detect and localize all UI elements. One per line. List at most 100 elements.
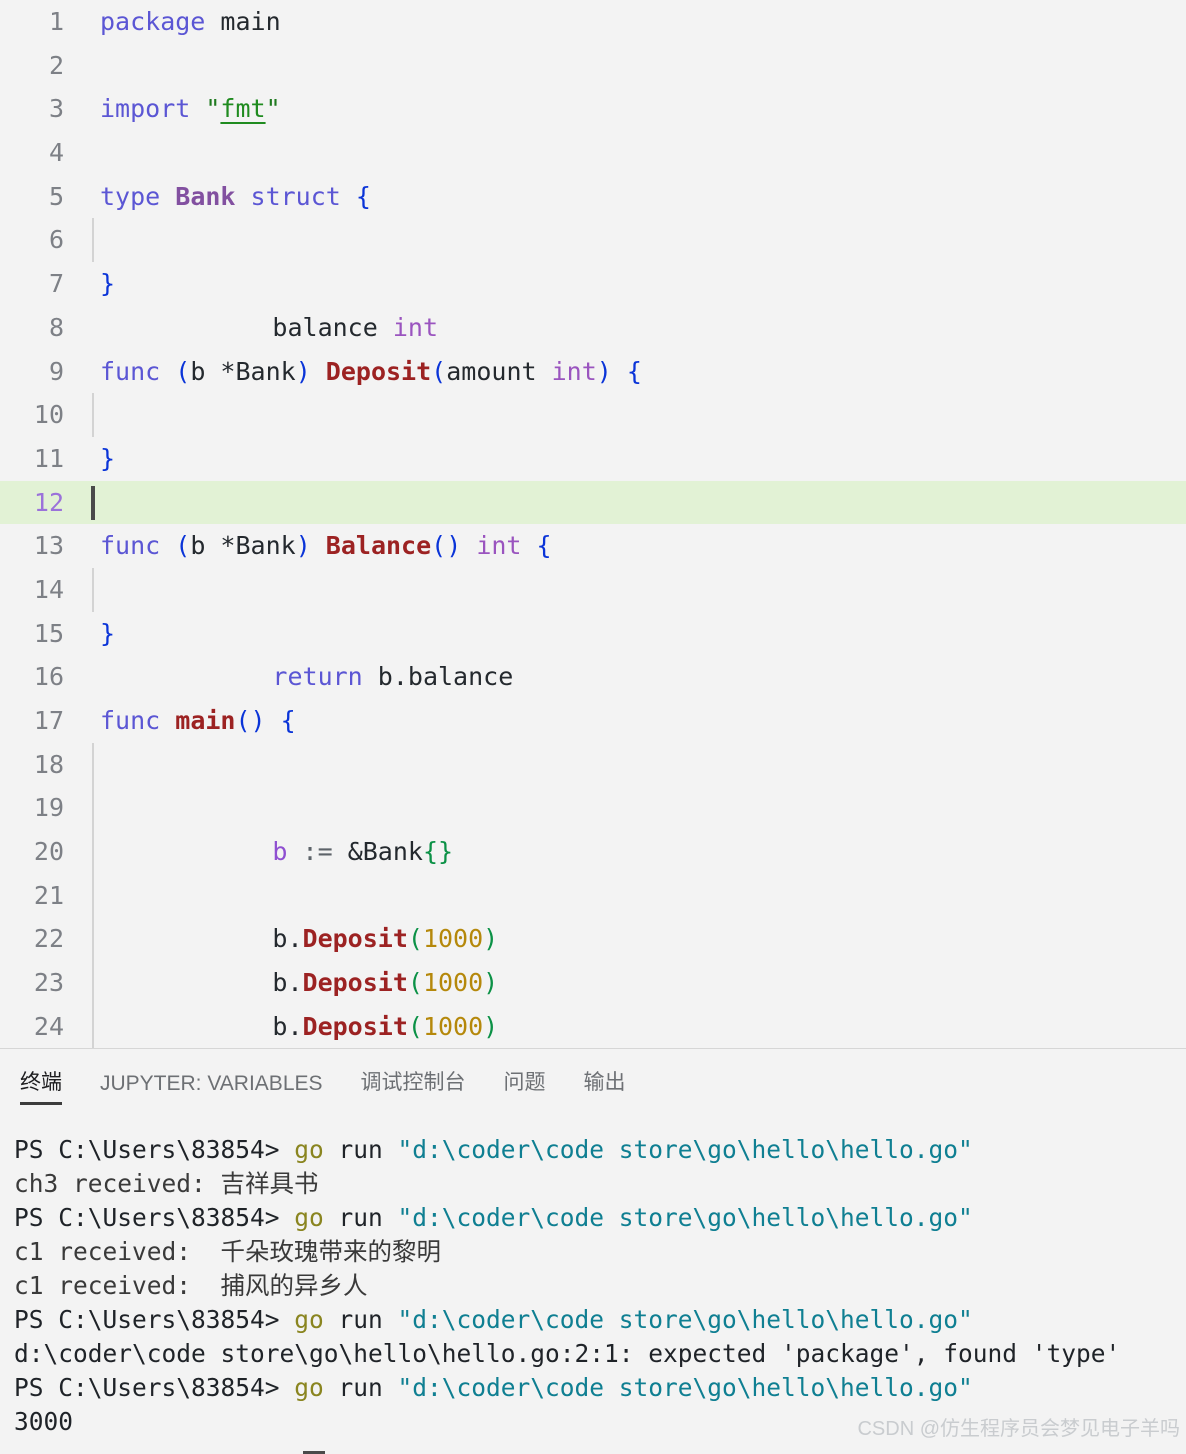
code-line[interactable]: 23	[0, 961, 1186, 1005]
token-paren: (	[175, 531, 191, 561]
terminal-line-command: PS C:\Users\83854> go run "d:\coder\code…	[14, 1201, 1186, 1235]
code-line[interactable]: 2	[0, 44, 1186, 88]
line-content[interactable]: import "fmt"	[82, 87, 1186, 131]
line-content[interactable]: b.Deposit(1000)	[82, 873, 1186, 997]
line-content[interactable]: b.Deposit(1000)	[82, 917, 1186, 1041]
token-paren: ()	[235, 706, 266, 735]
line-content[interactable]: }	[82, 612, 1186, 656]
line-content[interactable]: balance int	[82, 218, 1186, 342]
line-number: 7	[48, 269, 64, 299]
terminal-line-output: c1 received: 捕风的异乡人	[14, 1271, 368, 1300]
line-content[interactable]: b.balance += amount	[82, 393, 1186, 517]
code-line[interactable]: 5 type Bank struct {	[0, 175, 1186, 219]
indent-guide	[92, 218, 94, 263]
terminal-output[interactable]: PS C:\Users\83854> go run "d:\coder\code…	[0, 1105, 1186, 1439]
token-quote: "	[265, 94, 281, 124]
code-line[interactable]: 16	[0, 655, 1186, 699]
line-content[interactable]	[82, 306, 1186, 350]
code-line[interactable]: 10 b.balance += amount	[0, 393, 1186, 517]
line-content[interactable]	[82, 655, 1186, 699]
line-number: 13	[33, 531, 64, 561]
token-brace: }	[100, 269, 116, 299]
code-line[interactable]: 24 fmt.Println(b.Balance()) //3000	[0, 1004, 1186, 1048]
line-content[interactable]: fmt.Println(b.Balance()) //3000	[82, 1004, 1186, 1048]
line-content[interactable]: func (b *Bank) Deposit(amount int) {	[82, 350, 1186, 394]
token-paren: )	[596, 356, 612, 386]
line-number: 24	[33, 1011, 64, 1041]
token-keyword: import	[100, 94, 191, 124]
line-content[interactable]: return b.balance	[82, 567, 1186, 691]
line-content[interactable]: }	[82, 262, 1186, 306]
line-number: 10	[33, 400, 64, 430]
line-content[interactable]	[82, 961, 1186, 1005]
line-content[interactable]	[82, 131, 1186, 175]
line-content[interactable]: b.Deposit(1000)	[82, 830, 1186, 953]
line-content[interactable]	[82, 481, 1186, 525]
line-number: 20	[33, 837, 64, 867]
indent-guide	[92, 917, 94, 962]
terminal-file-path: "d:\coder\code store\go\hello\hello.go"	[397, 1305, 973, 1334]
code-line[interactable]: 22 b.Deposit(1000)	[0, 917, 1186, 1041]
token-brace: }	[100, 443, 116, 473]
terminal-file-path: "d:\coder\code store\go\hello\hello.go"	[397, 1203, 973, 1232]
tab-jupyter-variables[interactable]: JUPYTER: VARIABLES	[81, 1072, 342, 1105]
code-line[interactable]: 13 func (b *Bank) Balance() int {	[0, 524, 1186, 568]
line-number: 19	[33, 793, 64, 823]
code-line[interactable]: 18 b := &Bank{}	[0, 742, 1186, 866]
tab-terminal[interactable]: 终端	[14, 1066, 81, 1105]
code-line[interactable]: 7 }	[0, 262, 1186, 306]
line-number: 16	[33, 662, 64, 692]
token-paren: )	[295, 531, 311, 561]
line-number: 17	[33, 706, 64, 735]
line-content[interactable]	[82, 44, 1186, 88]
line-content[interactable]: func (b *Bank) Balance() int {	[82, 524, 1186, 568]
line-content[interactable]: func main() {	[82, 699, 1186, 743]
code-editor[interactable]: 1 package main 2 3 import "fmt" 4 5 type…	[0, 0, 1186, 1048]
code-line[interactable]: 20 b.Deposit(1000)	[0, 830, 1186, 953]
token-builtin-type: int	[551, 356, 597, 386]
token-function-name: main	[175, 706, 236, 735]
code-line[interactable]: 1 package main	[0, 0, 1186, 44]
code-line-active[interactable]: 12	[0, 480, 1186, 525]
token-receiver: b *Bank	[190, 531, 296, 561]
line-content[interactable]: b := &Bank{}	[82, 742, 1186, 866]
terminal-command: go	[279, 1203, 324, 1232]
token-identifier: main	[205, 7, 281, 36]
token-paren: (	[431, 356, 447, 386]
line-number: 3	[48, 94, 64, 124]
code-line[interactable]: 8	[0, 306, 1186, 350]
indent-guide	[92, 873, 94, 918]
indent-guide	[92, 961, 94, 1005]
code-line[interactable]: 15 }	[0, 612, 1186, 656]
token-paren: )	[295, 356, 311, 386]
line-number: 1	[48, 7, 64, 36]
line-number: 5	[48, 181, 64, 211]
token-import-module[interactable]: fmt	[220, 94, 265, 123]
tab-output[interactable]: 输出	[565, 1066, 645, 1105]
indent-guide	[92, 567, 94, 612]
code-line[interactable]: 11 }	[0, 437, 1186, 481]
line-content[interactable]: type Bank struct {	[82, 175, 1186, 219]
code-line[interactable]: 3 import "fmt"	[0, 87, 1186, 131]
code-line[interactable]: 21 b.Deposit(1000)	[0, 873, 1186, 997]
line-content[interactable]: }	[82, 437, 1186, 481]
bottom-panel: 终端 JUPYTER: VARIABLES 调试控制台 问题 输出 PS C:\…	[0, 1048, 1186, 1454]
code-line[interactable]: 4	[0, 131, 1186, 175]
code-line[interactable]: 14 return b.balance	[0, 567, 1186, 691]
code-line[interactable]: 19	[0, 786, 1186, 831]
code-line[interactable]: 17 func main() {	[0, 699, 1186, 743]
line-content[interactable]: package main	[82, 0, 1186, 44]
terminal-prompt: PS C:\Users\83854>	[14, 1203, 280, 1232]
token-keyword: struct	[250, 181, 341, 211]
code-line[interactable]: 6 balance int	[0, 218, 1186, 342]
terminal-prompt: PS C:\Users\83854>	[14, 1373, 280, 1402]
tab-problems[interactable]: 问题	[485, 1066, 565, 1105]
token-keyword: func	[100, 706, 176, 735]
terminal-subcommand: run	[323, 1373, 398, 1402]
tab-debug-console[interactable]: 调试控制台	[342, 1066, 485, 1105]
line-content[interactable]	[82, 786, 1186, 831]
line-number: 23	[33, 968, 64, 998]
terminal-line-command: PS C:\Users\83854> go run "d:\coder\code…	[14, 1303, 1186, 1337]
code-line[interactable]: 9 func (b *Bank) Deposit(amount int) {	[0, 350, 1186, 394]
line-number: 18	[33, 749, 64, 779]
